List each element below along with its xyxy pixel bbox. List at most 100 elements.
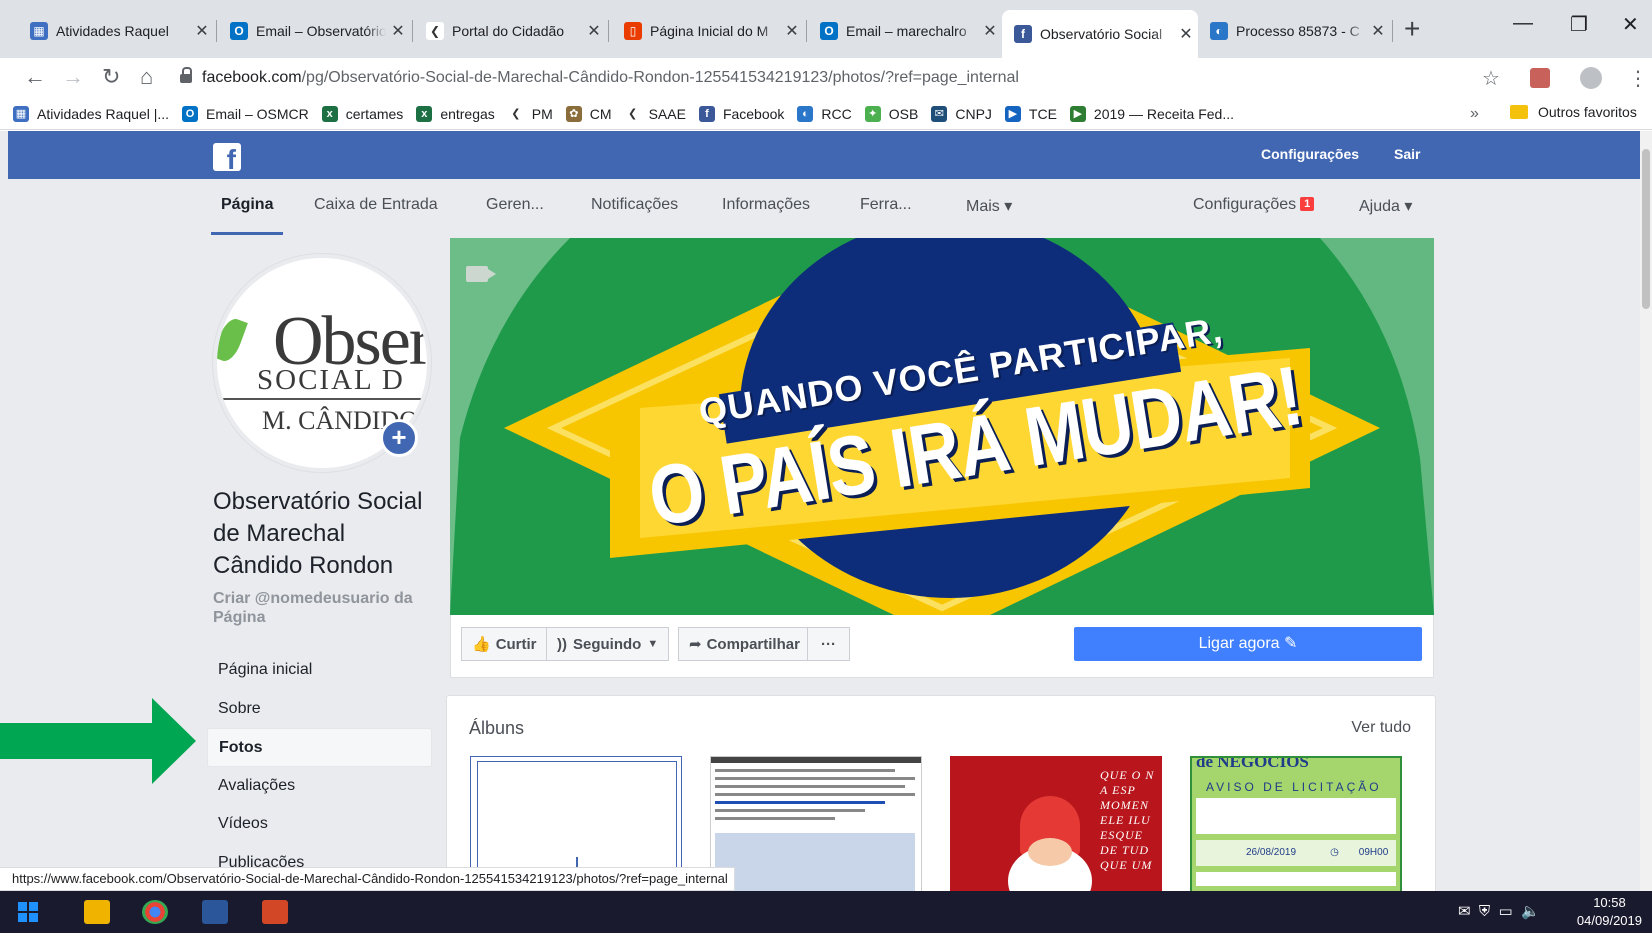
file-explorer-icon[interactable] xyxy=(84,900,110,924)
album-thumbnail[interactable]: QUE O N A ESP MOMEN ELE ILU ESQUE DE TUD… xyxy=(950,756,1162,891)
nav-item-about[interactable]: Sobre xyxy=(207,690,432,729)
powerpoint-taskbar-icon[interactable] xyxy=(262,900,288,924)
nav-item-reviews[interactable]: Avaliações xyxy=(207,767,432,806)
bookmark-item[interactable]: ▶ 2019 — Receita Fed... xyxy=(1069,105,1234,122)
bookmark-item[interactable]: ❮ PM xyxy=(507,105,553,122)
bookmark-item[interactable]: ✿ CM xyxy=(565,105,612,122)
share-label: Compartilhar xyxy=(706,635,800,653)
tab-favicon-icon: O xyxy=(820,22,838,40)
add-profile-photo-icon[interactable]: + xyxy=(380,419,418,457)
reload-icon[interactable]: ↻ xyxy=(102,64,120,90)
bookmark-favicon-icon: ❮ xyxy=(624,105,641,122)
share-button[interactable]: ➦ Compartilhar xyxy=(678,627,811,661)
browser-tab[interactable]: ◐ Processo 85873 - C ✕ xyxy=(1198,14,1390,48)
tab-page[interactable]: Página xyxy=(221,196,273,214)
address-bar[interactable]: facebook.com/pg/Observatório-Social-de-M… xyxy=(180,62,1490,94)
tab-insights[interactable]: Informações xyxy=(722,196,810,214)
new-tab-button[interactable]: + xyxy=(1404,14,1420,44)
bookmark-item[interactable]: ◐ RCC xyxy=(797,105,852,122)
browser-tab[interactable]: ▦ Atividades Raquel ✕ xyxy=(18,14,214,48)
album-thumbnail[interactable] xyxy=(710,756,922,891)
network-tray-icon[interactable]: ▭ xyxy=(1499,903,1513,920)
word-taskbar-icon[interactable] xyxy=(202,900,228,924)
tab-settings[interactable]: Configurações 1 xyxy=(1193,196,1315,214)
thumbnail-date: 26/08/2019 xyxy=(1246,847,1297,858)
home-icon[interactable]: ⌂ xyxy=(140,64,153,90)
bookmark-item[interactable]: ✉ CNPJ xyxy=(931,105,992,122)
bookmark-star-icon[interactable]: ☆ xyxy=(1482,66,1500,91)
bookmark-item[interactable]: ❮ SAAE xyxy=(624,105,686,122)
bookmark-favicon-icon: ▦ xyxy=(13,105,29,122)
more-bookmarks-chevron-icon[interactable]: » xyxy=(1470,105,1479,123)
close-tab-icon[interactable]: ✕ xyxy=(780,21,804,41)
document-text-line xyxy=(715,793,915,796)
tab-notifications[interactable]: Notificações xyxy=(591,196,678,214)
close-tab-icon[interactable]: ✕ xyxy=(978,21,1002,41)
tab-manage[interactable]: Geren... xyxy=(486,196,544,214)
back-icon[interactable]: ← xyxy=(24,64,46,90)
following-label: Seguindo xyxy=(573,635,642,653)
profile-avatar-icon[interactable] xyxy=(1580,67,1602,89)
nav-item-videos[interactable]: Vídeos xyxy=(207,805,432,844)
bookmark-item[interactable]: ▦ Atividades Raquel |... xyxy=(13,105,169,122)
close-tab-icon[interactable]: ✕ xyxy=(386,21,410,41)
tab-help[interactable]: Ajuda ▾ xyxy=(1359,196,1412,216)
close-tab-icon[interactable]: ✕ xyxy=(1366,21,1390,41)
lock-icon[interactable] xyxy=(180,67,192,84)
bookmark-item[interactable]: ▶ TCE xyxy=(1004,105,1057,122)
bookmark-item[interactable]: x entregas xyxy=(416,105,495,122)
tab-inbox[interactable]: Caixa de Entrada xyxy=(314,196,438,214)
url-host: facebook.com xyxy=(202,69,302,86)
taskbar-clock[interactable]: 10:58 04/09/2019 xyxy=(1577,894,1642,930)
bookmark-item[interactable]: ✦ OSB xyxy=(864,105,918,122)
browser-tab[interactable]: O Email – Observatório ✕ xyxy=(218,14,410,48)
security-tray-icon[interactable]: ⛨ xyxy=(1479,903,1490,920)
bookmark-label: SAAE xyxy=(648,105,686,122)
tab-more[interactable]: Mais ▾ xyxy=(966,196,1012,216)
more-options-button[interactable]: ··· xyxy=(807,627,850,661)
chrome-taskbar-icon[interactable] xyxy=(142,900,168,924)
pdf-extension-icon[interactable] xyxy=(1530,68,1550,88)
page-scrollbar[interactable] xyxy=(1640,131,1652,891)
bookmark-item[interactable]: x certames xyxy=(321,105,403,122)
other-bookmarks-folder[interactable]: Outros favoritos xyxy=(1510,104,1637,120)
mail-tray-icon[interactable]: ✉ xyxy=(1458,903,1471,920)
windows-start-icon[interactable] xyxy=(18,902,38,922)
restore-icon[interactable]: ❐ xyxy=(1570,12,1588,37)
facebook-logo-icon[interactable]: f xyxy=(213,143,241,171)
thumbnail-text-box xyxy=(1196,798,1396,834)
bookmark-item[interactable]: O Email – OSMCR xyxy=(182,105,309,122)
close-tab-icon[interactable]: ✕ xyxy=(582,21,606,41)
browser-tab[interactable]: ▯ Página Inicial do M ✕ xyxy=(612,14,804,48)
create-username-link[interactable]: Criar @nomedeusuario da Página xyxy=(213,589,428,627)
volume-tray-icon[interactable]: 🔈 xyxy=(1521,903,1540,920)
browser-tab[interactable]: ❮ Portal do Cidadão ✕ xyxy=(414,14,606,48)
close-tab-icon[interactable]: ✕ xyxy=(190,21,214,41)
browser-tab-active[interactable]: f Observatório Social ✕ xyxy=(1002,10,1198,58)
video-camera-icon[interactable] xyxy=(466,266,496,282)
scrollbar-thumb[interactable] xyxy=(1642,149,1650,309)
tab-tools[interactable]: Ferra... xyxy=(860,196,912,214)
nav-item-photos[interactable]: Fotos xyxy=(207,728,432,767)
nav-item-home[interactable]: Página inicial xyxy=(207,651,432,690)
tab-title: Email – Observatório xyxy=(256,23,386,39)
forward-icon[interactable]: → xyxy=(62,64,84,90)
close-window-icon[interactable]: ✕ xyxy=(1622,12,1639,37)
page-title[interactable]: Observatório Social de Marechal Cândido … xyxy=(213,486,433,582)
system-tray[interactable]: ✉ ⛨ ▭ 🔈 xyxy=(1458,902,1540,920)
logout-link[interactable]: Sair xyxy=(1394,146,1420,162)
album-thumbnail[interactable]: de NEGÓCIOS AVISO DE LICITAÇÃO 26/08/201… xyxy=(1190,756,1402,891)
minimize-icon[interactable]: — xyxy=(1513,12,1533,35)
see-all-albums-link[interactable]: Ver tudo xyxy=(1351,719,1411,737)
following-button[interactable]: )) Seguindo ▼ xyxy=(546,627,670,661)
top-settings-link[interactable]: Configurações xyxy=(1261,146,1359,162)
chrome-menu-icon[interactable]: ⋮ xyxy=(1628,66,1648,91)
tab-title: Página Inicial do M xyxy=(650,23,769,39)
browser-tab[interactable]: O Email – marechalro ✕ xyxy=(808,14,1002,48)
like-button[interactable]: 👍 Curtir xyxy=(461,627,548,661)
call-now-button[interactable]: Ligar agora ✎ xyxy=(1074,627,1422,661)
bookmark-item[interactable]: f Facebook xyxy=(698,105,784,122)
rss-icon: )) xyxy=(557,635,567,653)
cover-photo[interactable]: QUANDO VOCÊ PARTICIPAR, O PAÍS IRÁ MUDAR… xyxy=(450,238,1434,615)
close-tab-icon[interactable]: ✕ xyxy=(1174,24,1198,44)
